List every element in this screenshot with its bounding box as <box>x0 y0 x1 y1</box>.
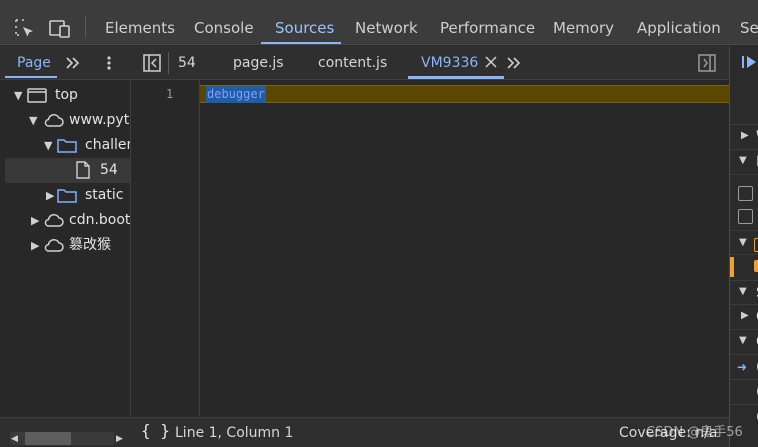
device-toolbar-icon[interactable] <box>48 18 72 40</box>
file-icon <box>76 161 90 179</box>
editor-tab-54[interactable]: 54 <box>178 46 196 80</box>
navigator-tab-indicator <box>5 76 57 78</box>
tree-item-label: 篡改猴 <box>69 237 111 253</box>
folder-icon <box>57 138 77 153</box>
paused-line-highlight <box>200 85 729 103</box>
toggle-debugger-sidebar-icon[interactable] <box>698 54 716 72</box>
tab-console[interactable]: Console <box>194 0 254 45</box>
tree-item-folder[interactable]: ▶ static <box>5 183 130 208</box>
caret-down-icon[interactable]: ▼ <box>739 237 747 248</box>
editor-active-tab-indicator <box>408 76 504 79</box>
tab-network[interactable]: Network <box>355 0 418 45</box>
caret-down-icon[interactable]: ▼ <box>739 155 747 166</box>
section-callstack-b[interactable]: ▼ C <box>730 330 758 355</box>
caret-down-icon[interactable]: ▼ <box>739 286 747 297</box>
editor-tab-vm9336[interactable]: VM9336 <box>421 46 478 80</box>
file-tree: ▼ top ▼ www.pyth ▼ challen 54 ▶ static <box>5 80 131 416</box>
tab-elements[interactable]: Elements <box>105 0 175 45</box>
caret-down-icon[interactable]: ▼ <box>14 83 22 108</box>
tree-item-file[interactable]: 54 <box>5 158 130 183</box>
warning-badge <box>754 238 758 252</box>
tree-item-label: www.pyth <box>69 112 130 128</box>
pause-caught-checkbox[interactable] <box>738 209 753 224</box>
tree-item-label: cdn.boots <box>69 212 130 228</box>
tab-application[interactable]: Application <box>637 0 721 45</box>
watermark: CSDN @鬼手56 <box>646 425 743 440</box>
tree-item-label: top <box>55 87 78 103</box>
tree-item-extension[interactable]: ▶ 篡改猴 <box>5 233 130 258</box>
arrow-right-icon: ➜ <box>737 360 748 374</box>
folder-icon <box>57 188 77 203</box>
editor-tab-page-js[interactable]: page.js <box>233 46 284 80</box>
pretty-print-icon[interactable]: { } <box>141 421 170 440</box>
section-paused[interactable]: ▼ <box>730 230 758 255</box>
caret-down-icon[interactable]: ▼ <box>44 133 52 158</box>
inspect-element-icon[interactable] <box>14 18 36 40</box>
call-frame-current[interactable]: ➜ ( <box>730 355 758 380</box>
tab-memory[interactable]: Memory <box>553 0 614 45</box>
caret-right-icon[interactable]: ▶ <box>46 183 54 208</box>
pause-uncaught-checkbox[interactable] <box>738 186 753 201</box>
more-editor-tabs-icon[interactable] <box>506 56 522 70</box>
tab-performance[interactable]: Performance <box>440 0 535 45</box>
section-breakpoints[interactable]: ▼ B <box>730 150 758 175</box>
caret-right-icon[interactable]: ▶ <box>741 310 749 321</box>
paused-icon <box>754 260 758 272</box>
sidebar-toolbar <box>730 80 758 125</box>
scrollbar-thumb[interactable] <box>25 432 71 445</box>
section-watch[interactable]: ▶ W <box>730 125 758 150</box>
cloud-icon <box>42 238 64 253</box>
active-tab-indicator <box>261 42 341 44</box>
navigator-menu-icon[interactable] <box>106 55 112 71</box>
line-number[interactable]: 1 <box>166 86 173 103</box>
call-frame[interactable]: ( <box>730 380 758 405</box>
caret-right-icon[interactable]: ▶ <box>31 208 39 233</box>
tree-item-label: static <box>85 187 124 203</box>
frame-icon <box>27 88 47 103</box>
code-line[interactable]: debugger <box>206 86 266 103</box>
caret-down-icon[interactable]: ▼ <box>739 335 747 346</box>
tree-item-label: challen <box>85 137 130 153</box>
toggle-navigator-icon[interactable] <box>143 54 161 72</box>
tree-item-domain[interactable]: ▼ www.pyth <box>5 108 130 133</box>
more-tabs-icon[interactable] <box>65 56 81 70</box>
tree-item-folder[interactable]: ▼ challen <box>5 133 130 158</box>
editor-tab-divider <box>168 52 169 74</box>
tree-item-top[interactable]: ▼ top <box>5 83 130 108</box>
close-icon[interactable] <box>485 56 497 68</box>
toolbar-divider <box>85 16 86 38</box>
scroll-right-icon[interactable]: ▶ <box>116 434 123 444</box>
line-gutter[interactable] <box>131 80 200 416</box>
section-scope[interactable]: ▼ S <box>730 280 758 305</box>
cloud-icon <box>42 113 64 128</box>
paused-marker <box>730 257 734 277</box>
tab-security[interactable]: Sec <box>740 0 758 45</box>
tree-item-label: 54 <box>100 162 118 178</box>
tab-sources[interactable]: Sources <box>275 0 334 45</box>
tree-item-domain[interactable]: ▶ cdn.boots <box>5 208 130 233</box>
debugger-sidebar: ▶ W ▼ B ▼ ▼ S ▶ C ▼ C ➜ ( ( ( <box>729 46 758 447</box>
resume-icon[interactable] <box>741 54 758 70</box>
cloud-icon <box>42 213 64 228</box>
caret-right-icon[interactable]: ▶ <box>741 130 749 141</box>
cursor-position: Line 1, Column 1 <box>175 425 294 441</box>
code-editor[interactable] <box>200 80 729 416</box>
scroll-left-icon[interactable]: ◀ <box>11 434 18 444</box>
caret-down-icon[interactable]: ▼ <box>29 108 37 133</box>
caret-right-icon[interactable]: ▶ <box>31 233 39 258</box>
editor-tab-content-js[interactable]: content.js <box>318 46 387 80</box>
navigator-tab-page[interactable]: Page <box>17 46 51 80</box>
section-callstack-a[interactable]: ▶ C <box>730 305 758 330</box>
